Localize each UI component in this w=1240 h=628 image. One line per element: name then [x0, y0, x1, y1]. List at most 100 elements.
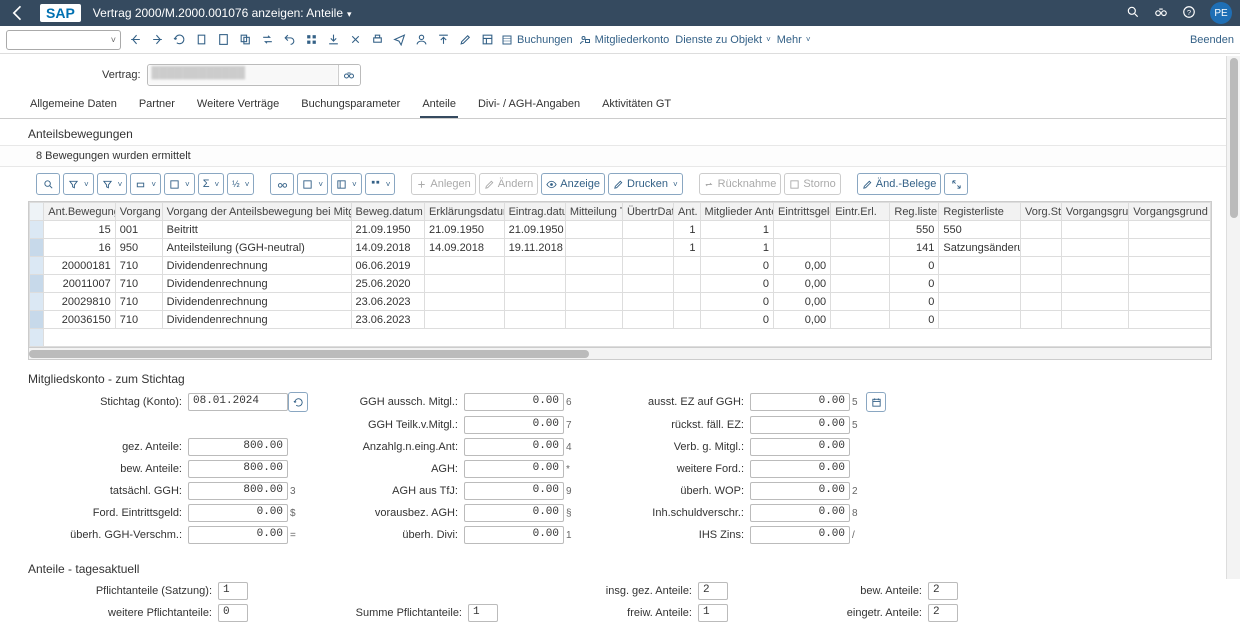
send-icon[interactable] [391, 32, 407, 48]
aendern-button[interactable]: Ändern [479, 173, 538, 195]
view-button[interactable]: ˅ [164, 173, 195, 195]
expand-button[interactable] [944, 173, 968, 195]
col-vorgangsgrund-de[interactable]: Vorgangsgrund de [1129, 203, 1211, 221]
col-vorgang[interactable]: Vorgang [115, 203, 162, 221]
copy-icon[interactable] [237, 32, 253, 48]
col-vorgang-bei[interactable]: Vorgang der Anteilsbewegung bei Mitglied… [162, 203, 351, 221]
col-ant[interactable]: Ant. [674, 203, 701, 221]
contract-search-button[interactable] [338, 65, 360, 85]
field-value[interactable]: 800.00 [188, 482, 288, 500]
tool-icon[interactable] [347, 32, 363, 48]
search-icon[interactable] [1126, 5, 1140, 22]
col-vorgangsgrund[interactable]: Vorgangsgrund [1061, 203, 1128, 221]
col-ant-bewegung[interactable]: Ant.Bewegung [44, 203, 115, 221]
field-value[interactable]: 08.01.2024 [188, 393, 288, 411]
back-icon[interactable] [8, 3, 28, 23]
col-mitglieder-anteile[interactable]: Mitglieder Anteile [700, 203, 773, 221]
field-value[interactable]: 0.00 [464, 460, 564, 478]
filter-button[interactable]: ˅ [63, 173, 94, 195]
field-value[interactable]: 1 [468, 604, 498, 622]
tab-partner[interactable]: Partner [137, 94, 177, 118]
sum-button[interactable]: Σ˅ [198, 173, 224, 195]
table-row[interactable]: 16950Anteilsteilung (GGH-neutral)14.09.2… [30, 239, 1211, 257]
col-registerliste[interactable]: Registerliste [939, 203, 1021, 221]
anlegen-button[interactable]: Anlegen [411, 173, 475, 195]
nav-forward-icon[interactable] [149, 32, 165, 48]
col-reg-liste[interactable]: Reg.liste [890, 203, 939, 221]
refresh-icon[interactable] [171, 32, 187, 48]
field-value[interactable]: 0.00 [464, 526, 564, 544]
subtotal-button[interactable]: ½˅ [227, 173, 254, 195]
table-row[interactable]: 20029810710Dividendenrechnung23.06.20230… [30, 293, 1211, 311]
select-all[interactable] [30, 203, 44, 221]
col-eintr-erl[interactable]: Eintr.Erl. [831, 203, 890, 221]
tab-buchungsparameter[interactable]: Buchungsparameter [299, 94, 402, 118]
clipboard-icon[interactable] [193, 32, 209, 48]
exchange-icon[interactable] [259, 32, 275, 48]
beenden-link[interactable]: Beenden [1190, 34, 1234, 46]
upload-icon[interactable] [435, 32, 451, 48]
field-value[interactable]: 0.00 [750, 526, 850, 544]
edit-icon[interactable] [457, 32, 473, 48]
icon-button[interactable] [866, 392, 886, 412]
col-uebertrdat[interactable]: ÜbertrDat [622, 203, 673, 221]
print-button[interactable]: ˅ [130, 173, 161, 195]
field-value[interactable]: 0.00 [750, 460, 850, 478]
col-beweg-datum[interactable]: Beweg.datum [351, 203, 424, 221]
undo-icon[interactable] [281, 32, 297, 48]
dienste-dropdown[interactable]: Dienste zu Objekt ˅ [675, 34, 771, 46]
settings-button[interactable]: ˅ [365, 173, 396, 195]
tab-aktivitaeten[interactable]: Aktivitäten GT [600, 94, 673, 118]
contract-field[interactable]: ████████████ [148, 65, 338, 85]
tab-divi-agh[interactable]: Divi- / AGH-Angaben [476, 94, 582, 118]
tab-allgemeine[interactable]: Allgemeine Daten [28, 94, 119, 118]
col-erklaerungsdatum[interactable]: Erklärungsdatum [424, 203, 504, 221]
binoculars-icon[interactable] [1154, 5, 1168, 22]
col-mitteilung-tod[interactable]: Mitteilung Tod [565, 203, 622, 221]
find-button[interactable] [270, 173, 294, 195]
field-value[interactable]: 0.00 [464, 393, 564, 411]
field-value[interactable]: 0.00 [750, 504, 850, 522]
table-row[interactable]: 20036150710Dividendenrechnung23.06.20230… [30, 311, 1211, 329]
anzeige-button[interactable]: Anzeige [541, 173, 605, 195]
field-value[interactable]: 0.00 [750, 416, 850, 434]
export-button[interactable]: ˅ [297, 173, 328, 195]
icon-button[interactable] [288, 392, 308, 412]
field-value[interactable]: 800.00 [188, 438, 288, 456]
field-value[interactable]: 0.00 [464, 416, 564, 434]
grid-icon[interactable] [303, 32, 319, 48]
ruecknahme-button[interactable]: Rücknahme [699, 173, 782, 195]
layout-icon[interactable] [479, 32, 495, 48]
avatar[interactable]: PE [1210, 2, 1232, 24]
mitgliederkonto-link[interactable]: Mitgliederkonto [579, 34, 670, 46]
field-value[interactable]: 2 [928, 604, 958, 622]
field-value[interactable]: 0.00 [750, 438, 850, 456]
help-icon[interactable]: ? [1182, 5, 1196, 22]
field-value[interactable]: 2 [698, 582, 728, 600]
command-field[interactable]: ˅ [6, 30, 121, 50]
buchungen-link[interactable]: Buchungen [501, 34, 573, 46]
field-value[interactable]: 0.00 [188, 504, 288, 522]
field-value[interactable]: 0.00 [464, 482, 564, 500]
col-eintrag-datum[interactable]: Eintrag.datum [504, 203, 565, 221]
print-icon[interactable] [369, 32, 385, 48]
download-icon[interactable] [325, 32, 341, 48]
field-value[interactable]: 0.00 [188, 526, 288, 544]
aendbelege-button[interactable]: Änd.-Belege [857, 173, 942, 195]
filter2-button[interactable]: ˅ [97, 173, 128, 195]
user-icon[interactable] [413, 32, 429, 48]
detail-button[interactable] [36, 173, 60, 195]
tab-weitere-vertraege[interactable]: Weitere Verträge [195, 94, 281, 118]
field-value[interactable]: 1 [698, 604, 728, 622]
page-v-scrollbar[interactable] [1226, 56, 1240, 579]
field-value[interactable]: 2 [928, 582, 958, 600]
page-title[interactable]: Vertrag 2000/M.2000.001076 anzeigen: Ant… [93, 6, 1126, 20]
field-value[interactable]: 0.00 [750, 393, 850, 411]
tab-anteile[interactable]: Anteile [420, 94, 458, 118]
mehr-dropdown[interactable]: Mehr ˅ [777, 34, 811, 46]
storno-button[interactable]: Storno [784, 173, 840, 195]
doc-icon[interactable] [215, 32, 231, 48]
field-value[interactable]: 1 [218, 582, 248, 600]
field-value[interactable]: 0.00 [464, 438, 564, 456]
field-value[interactable]: 800.00 [188, 460, 288, 478]
